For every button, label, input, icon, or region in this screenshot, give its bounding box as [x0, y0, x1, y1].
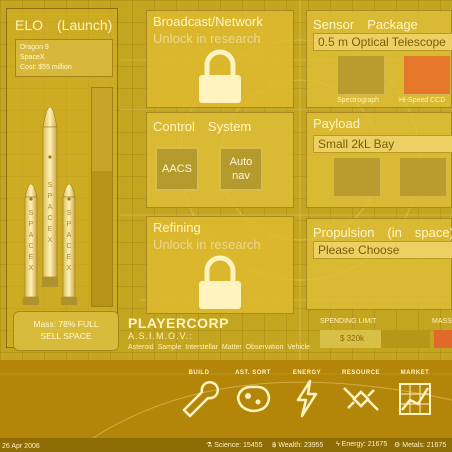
broadcast-title: Broadcast/Network — [153, 14, 263, 29]
bolt-icon: ϟ — [336, 441, 340, 448]
science-value: Science: 15455 — [214, 442, 263, 449]
wealth-value: Wealth: 23955 — [278, 442, 324, 449]
spending-limit-value: $ 320k — [320, 330, 381, 348]
aacs-button[interactable]: AACS — [155, 147, 199, 191]
energy-value: Energy: 21675 — [341, 441, 388, 448]
sell-space-button[interactable]: Mass: 78% FULL SELL SPACE — [13, 311, 119, 351]
booster-letter: E — [67, 254, 72, 261]
resource-label: RESOURCE — [341, 370, 380, 376]
hispeed-ccd-card[interactable] — [403, 55, 451, 95]
wrench-icon — [182, 380, 220, 418]
asteroid-sort-tool[interactable]: AST. SORT — [230, 370, 276, 423]
propulsion-select[interactable]: Please Choose — [313, 241, 452, 259]
booster-letter: S — [48, 182, 53, 189]
booster-letter: P — [67, 221, 72, 228]
launch-vehicle-info[interactable]: Dragon 9 SpaceX Cost: $55 million — [15, 39, 113, 77]
wealth-readout: ฿ Wealth: 23955 — [272, 441, 323, 449]
build-label: BUILD — [188, 370, 210, 376]
asteroid-sort-label: AST. SORT — [235, 370, 271, 376]
broadcast-status: Unlock in research — [153, 31, 261, 46]
metals-value: Metals: 21675 — [402, 442, 447, 449]
booster-letter: X — [48, 237, 53, 244]
energy-readout: ϟ Energy: 21675 — [336, 441, 387, 448]
build-tool[interactable]: BUILD — [176, 370, 222, 423]
spending-limit-slider[interactable]: $ 320k — [320, 330, 430, 348]
booster-letter: P — [48, 193, 53, 200]
booster-letter: C — [47, 215, 52, 222]
booster-letter: A — [29, 232, 34, 239]
lock-icon — [199, 255, 241, 309]
mass-indicator — [434, 330, 452, 348]
booster-letter: C — [28, 243, 33, 250]
gear-icon: ⚙ — [394, 442, 401, 449]
toolbar-decoration — [0, 373, 452, 440]
spectrograph-label: Spectrograph — [337, 97, 380, 104]
booster-letter: X — [29, 265, 34, 272]
vehicle-acronym: A.S.I.M.O.V.: — [128, 331, 193, 341]
market-tool[interactable]: MARKET — [392, 370, 438, 423]
payload-select[interactable]: Small 2kL Bay — [313, 135, 452, 153]
broadcast-panel[interactable]: Broadcast/Network Unlock in research — [146, 10, 294, 108]
energy-tool[interactable]: ENERGY — [284, 370, 330, 423]
propulsion-title: Propulsion (in space) — [313, 225, 452, 240]
control-title: Control System — [153, 119, 252, 134]
refining-title: Refining — [153, 220, 201, 235]
sensor-select[interactable]: 0.5 m Optical Telescope — [313, 33, 452, 51]
rocket-cost: Cost: $55 million — [20, 64, 72, 71]
booster-letter: C — [66, 243, 71, 250]
lightning-icon — [296, 379, 318, 418]
launch-panel: ELO (Launch) Dragon 9 SpaceX Cost: $55 m… — [6, 8, 119, 351]
spending-limit-label: SPENDING LIMIT — [320, 318, 377, 325]
resource-tool[interactable]: RESOURCE — [338, 370, 384, 423]
booster-letter: E — [29, 254, 34, 261]
vehicle-description: Asteroid Sample Interstellar Matter Obse… — [128, 344, 310, 351]
sensor-title: Sensor Package — [313, 17, 418, 32]
rocket-name: Dragon 9 — [20, 44, 49, 51]
rocket-company: SpaceX — [20, 54, 45, 61]
rocket-illustration: SPACEXSPACEXSPACEX — [23, 106, 77, 305]
satellite-icon — [343, 387, 379, 411]
autonav-button[interactable]: Auto nav — [219, 147, 263, 191]
payload-title: Payload — [313, 116, 360, 131]
booster-letter: A — [67, 232, 72, 239]
spectrograph-card[interactable] — [337, 55, 385, 95]
mass-percent-label: Mass: 78% FULL — [33, 319, 99, 329]
launch-title: ELO (Launch) — [15, 17, 113, 33]
sensor-panel: Sensor Package 0.5 m Optical Telescope S… — [306, 10, 452, 108]
payload-bay-card-1[interactable] — [333, 157, 381, 197]
control-panel: Control System AACS Auto nav — [146, 112, 294, 208]
payload-panel: Payload Small 2kL Bay — [306, 112, 452, 208]
lock-icon — [199, 49, 241, 103]
payload-bay-card-2[interactable] — [399, 157, 447, 197]
flask-icon: ⚗ — [206, 442, 213, 449]
booster-letter: A — [48, 204, 53, 211]
refining-panel[interactable]: Refining Unlock in research — [146, 216, 294, 314]
refining-status: Unlock in research — [153, 237, 261, 252]
sell-space-label: SELL SPACE — [40, 331, 92, 341]
metals-readout: ⚙ Metals: 21675 — [394, 441, 446, 449]
booster-letter: X — [67, 265, 72, 272]
corp-name: PLAYERCORP — [128, 315, 229, 331]
booster-letter: S — [29, 210, 34, 217]
launch-capacity-fill — [92, 170, 112, 306]
energy-label: ENERGY — [292, 370, 322, 376]
coin-icon: ฿ — [272, 442, 277, 449]
chart-icon — [399, 383, 431, 415]
hispeed-ccd-label: Hi-Speed CCD — [399, 97, 446, 104]
market-label: MARKET — [400, 370, 430, 376]
mass-header: MASS — [432, 318, 452, 325]
booster-letter: P — [29, 221, 34, 228]
launch-capacity-gauge — [91, 87, 113, 307]
game-date: 26 Apr 2006 — [2, 443, 40, 450]
propulsion-panel: Propulsion (in space) Please Choose — [306, 218, 452, 310]
asteroid-icon — [236, 385, 271, 413]
booster-letter: E — [48, 226, 53, 233]
booster-letter: S — [67, 210, 72, 217]
science-readout: ⚗ Science: 15455 — [206, 441, 263, 449]
